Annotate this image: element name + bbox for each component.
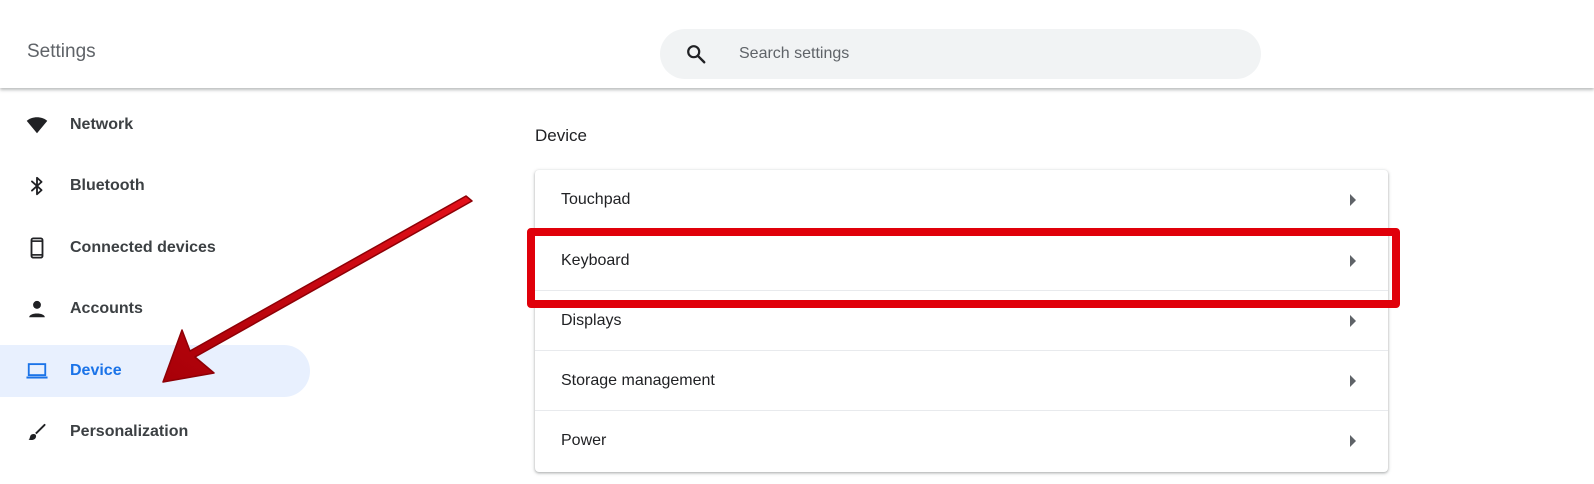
search-icon[interactable] <box>685 43 707 65</box>
sidebar-item-accounts[interactable]: Accounts <box>0 283 310 335</box>
sidebar-item-personalization[interactable]: Personalization <box>0 406 310 458</box>
row-label: Touchpad <box>561 191 631 208</box>
app-title: Settings <box>27 41 96 62</box>
search-box[interactable] <box>660 29 1261 79</box>
sidebar: Network Bluetooth Connected devices Acco… <box>0 92 320 484</box>
row-label: Power <box>561 432 607 449</box>
device-settings-card: Touchpad Keyboard Displays Storage manag… <box>535 170 1388 472</box>
phone-icon <box>30 237 44 259</box>
row-label: Keyboard <box>561 252 630 269</box>
sidebar-item-device[interactable]: Device <box>0 345 310 397</box>
sidebar-item-connected-devices[interactable]: Connected devices <box>0 222 310 274</box>
row-storage-management[interactable]: Storage management <box>535 350 1388 411</box>
row-label: Storage management <box>561 372 715 389</box>
sidebar-item-bluetooth[interactable]: Bluetooth <box>0 160 310 212</box>
chevron-right-icon <box>1350 255 1356 267</box>
sidebar-item-network[interactable]: Network <box>0 99 310 151</box>
search-input[interactable] <box>739 42 1219 66</box>
sidebar-item-label: Network <box>70 116 134 133</box>
row-displays[interactable]: Displays <box>535 290 1388 351</box>
sidebar-item-label: Bluetooth <box>70 177 145 194</box>
brush-icon <box>28 423 46 441</box>
chevron-right-icon <box>1350 375 1356 387</box>
wifi-icon <box>26 117 48 134</box>
section-title: Device <box>535 126 587 145</box>
sidebar-item-label: Device <box>70 362 122 379</box>
settings-page: Settings Network Bluetooth <box>0 0 1594 484</box>
laptop-icon <box>26 363 48 379</box>
chevron-right-icon <box>1350 435 1356 447</box>
row-label: Displays <box>561 312 622 329</box>
row-keyboard[interactable]: Keyboard <box>535 230 1388 291</box>
sidebar-item-label: Connected devices <box>70 239 216 256</box>
chevron-right-icon <box>1350 315 1356 327</box>
sidebar-item-label: Accounts <box>70 300 143 317</box>
row-power[interactable]: Power <box>535 410 1388 471</box>
bluetooth-icon <box>31 176 43 196</box>
chevron-right-icon <box>1350 194 1356 206</box>
row-touchpad[interactable]: Touchpad <box>535 170 1388 230</box>
person-icon <box>29 300 45 318</box>
sidebar-item-label: Personalization <box>70 423 189 440</box>
top-bar: Settings <box>0 0 1594 88</box>
